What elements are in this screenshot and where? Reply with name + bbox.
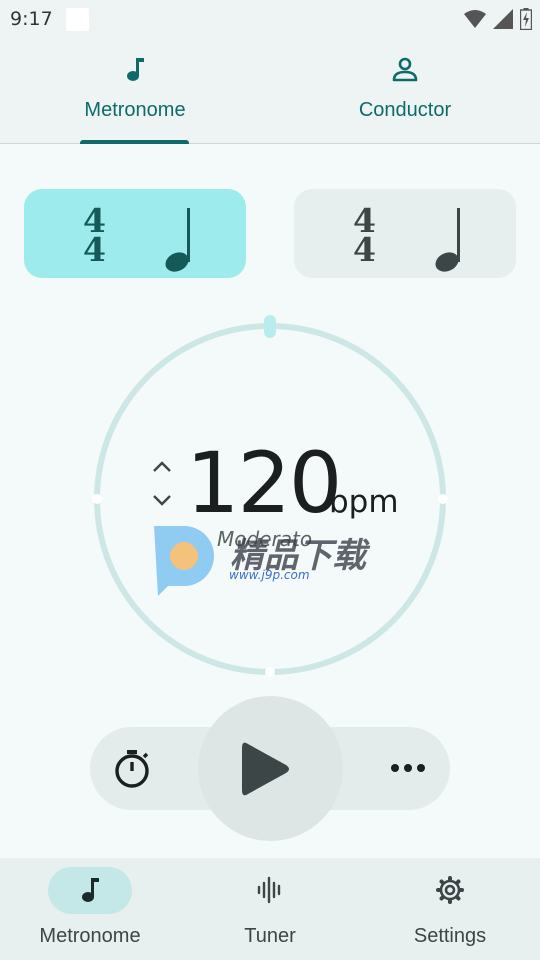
quarter-note-icon (165, 208, 190, 272)
bottom-navigation: Metronome Tuner Settings (0, 858, 540, 960)
stopwatch-icon[interactable] (110, 747, 154, 791)
nav-label-metronome: Metronome (39, 925, 141, 947)
tab-metronome-label: Metronome (84, 99, 186, 121)
increase-tempo-button[interactable] (150, 457, 174, 477)
bpm-value[interactable]: 120 (186, 438, 342, 528)
tab-metronome[interactable]: Metronome (0, 38, 270, 144)
signal-icon (493, 9, 513, 29)
tempo-handle[interactable] (264, 315, 276, 338)
nav-item-tuner[interactable]: Tuner (180, 858, 360, 960)
tab-conductor-label: Conductor (358, 99, 452, 121)
quarter-note-icon (435, 208, 460, 272)
dial-marker (438, 494, 448, 504)
time-signature-card-secondary[interactable]: 4 4 (294, 189, 516, 278)
status-bar: 9:17 (0, 0, 540, 38)
wifi-icon (464, 10, 486, 28)
nav-item-settings[interactable]: Settings (360, 858, 540, 960)
watermark: 精品下载 www.j9p.com (150, 522, 380, 598)
time-signature-denominator: 4 (83, 230, 106, 269)
status-time: 9:17 (10, 8, 53, 30)
status-icons (464, 7, 532, 31)
play-icon (242, 742, 289, 796)
nav-item-metronome[interactable]: Metronome (0, 858, 180, 960)
tab-conductor[interactable]: Conductor (270, 38, 540, 143)
nav-label-tuner: Tuner (244, 925, 296, 947)
music-note-icon (82, 878, 99, 902)
music-note-icon (127, 58, 144, 81)
tab-indicator (80, 140, 189, 144)
waveform-icon (257, 876, 281, 904)
battery-icon (520, 8, 532, 30)
gear-icon (436, 876, 464, 904)
dial-marker (265, 667, 275, 677)
more-horiz-icon[interactable] (388, 760, 428, 776)
dial-marker (92, 494, 102, 504)
top-tab-bar: Metronome Conductor (0, 38, 540, 144)
time-signature-card-primary[interactable]: 4 4 (24, 189, 246, 278)
time-signature-denominator: 4 (353, 230, 376, 269)
play-button[interactable] (198, 696, 343, 841)
person-icon (392, 57, 418, 82)
bpm-unit: bpm (329, 484, 399, 520)
watermark-logo (154, 526, 214, 596)
nav-label-settings: Settings (413, 925, 487, 947)
notification-icon (66, 8, 89, 31)
watermark-url: www.j9p.com (229, 568, 310, 582)
decrease-tempo-button[interactable] (150, 490, 174, 510)
